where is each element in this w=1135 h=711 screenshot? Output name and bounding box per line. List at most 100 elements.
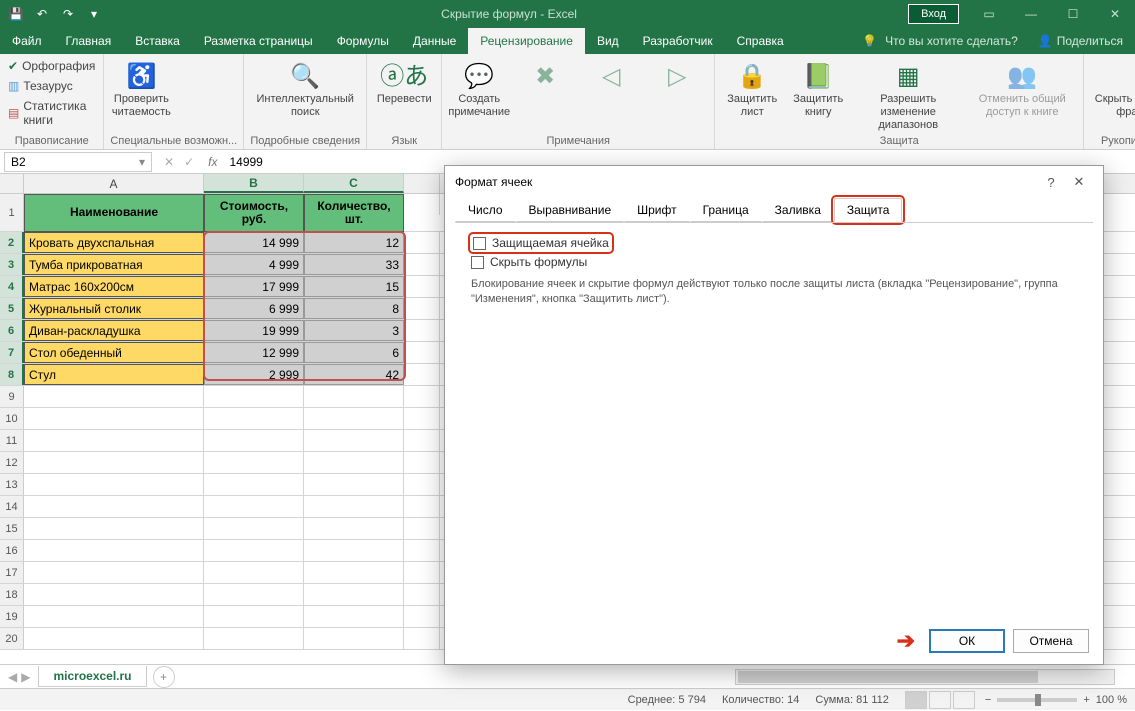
cell[interactable] [204, 408, 304, 429]
cell[interactable] [404, 408, 440, 429]
smart-lookup-button[interactable]: 🔍Интеллектуальный поиск [250, 57, 360, 119]
cell[interactable] [404, 584, 440, 605]
cell[interactable] [404, 430, 440, 451]
redo-icon[interactable]: ↷ [56, 2, 80, 26]
zoom-level[interactable]: 100 % [1096, 694, 1127, 706]
tab-view[interactable]: Вид [585, 28, 631, 54]
cell[interactable]: Матрас 160х200см [24, 276, 204, 297]
cell[interactable] [204, 562, 304, 583]
row-header[interactable]: 10 [0, 408, 24, 429]
horizontal-scrollbar[interactable] [175, 669, 1135, 685]
ribbon-display-icon[interactable]: ▭ [969, 0, 1009, 28]
cell[interactable]: Стол обеденный [24, 342, 204, 363]
cell[interactable] [404, 606, 440, 627]
cell[interactable]: 42 [304, 364, 404, 385]
sheet-prev-icon[interactable]: ◀ [8, 670, 17, 684]
share-button[interactable]: 👤 Поделиться [1038, 34, 1123, 48]
cell[interactable] [304, 606, 404, 627]
cancel-button[interactable]: Отмена [1013, 629, 1089, 653]
cell[interactable]: 12 999 [204, 342, 304, 363]
cell[interactable] [404, 562, 440, 583]
cell[interactable] [304, 584, 404, 605]
save-icon[interactable]: 💾 [4, 2, 28, 26]
protect-workbook-button[interactable]: 📗Защитить книгу [787, 57, 849, 119]
cell[interactable] [204, 584, 304, 605]
row-header[interactable]: 5 [0, 298, 24, 319]
check-accessibility-button[interactable]: ♿Проверить читаемость [110, 57, 172, 119]
row-header[interactable]: 13 [0, 474, 24, 495]
hide-ink-button[interactable]: ✎Скрыть рукописные фрагменты [1090, 57, 1135, 119]
cell[interactable] [404, 496, 440, 517]
row-header[interactable]: 16 [0, 540, 24, 561]
cell[interactable] [24, 474, 204, 495]
chevron-down-icon[interactable]: ▾ [139, 155, 145, 169]
ok-button[interactable]: ОК [929, 629, 1005, 653]
cell[interactable]: 6 999 [204, 298, 304, 319]
col-header-c[interactable]: C [304, 174, 404, 193]
cell[interactable]: 14 999 [204, 232, 304, 253]
zoom-slider[interactable] [997, 698, 1077, 702]
fx-icon[interactable]: fx [202, 155, 223, 169]
row-header[interactable]: 20 [0, 628, 24, 649]
cell[interactable] [404, 298, 440, 319]
cell[interactable]: 15 [304, 276, 404, 297]
zoom-thumb[interactable] [1035, 694, 1041, 706]
cell[interactable] [24, 628, 204, 649]
workbook-stats-button[interactable]: ▤Статистика книги [6, 97, 97, 129]
cell[interactable]: Журнальный столик [24, 298, 204, 319]
name-box[interactable]: B2 ▾ [4, 152, 152, 172]
row-header[interactable]: 3 [0, 254, 24, 275]
checkbox-hidden[interactable] [471, 256, 484, 269]
cell[interactable]: 4 999 [204, 254, 304, 275]
col-header-a[interactable]: A [24, 174, 204, 193]
tab-home[interactable]: Главная [54, 28, 124, 54]
sheet-tab[interactable]: microexcel.ru [38, 666, 146, 687]
view-pagelayout-button[interactable] [929, 691, 951, 709]
tab-developer[interactable]: Разработчик [631, 28, 725, 54]
cell[interactable] [204, 430, 304, 451]
close-icon[interactable]: ✕ [1095, 0, 1135, 28]
cell-a1[interactable]: Наименование [24, 194, 204, 232]
cell[interactable] [404, 386, 440, 407]
sheet-next-icon[interactable]: ▶ [21, 670, 30, 684]
tab-protection[interactable]: Защита [834, 198, 903, 222]
cell[interactable] [304, 518, 404, 539]
cell[interactable] [204, 474, 304, 495]
cell-b1[interactable]: Стоимость, руб. [204, 194, 304, 232]
view-pagebreak-button[interactable] [953, 691, 975, 709]
scrollbar-thumb[interactable] [738, 671, 1038, 683]
tab-font[interactable]: Шрифт [624, 198, 689, 222]
login-button[interactable]: Вход [908, 4, 959, 24]
cell[interactable] [404, 518, 440, 539]
cell-d1[interactable] [404, 194, 440, 215]
cell[interactable] [204, 628, 304, 649]
cell[interactable] [204, 518, 304, 539]
checkbox-locked[interactable] [473, 237, 486, 250]
cell[interactable] [304, 540, 404, 561]
row-header[interactable]: 4 [0, 276, 24, 297]
cell[interactable] [404, 254, 440, 275]
tab-formulas[interactable]: Формулы [325, 28, 401, 54]
tab-help[interactable]: Справка [725, 28, 796, 54]
cell[interactable] [404, 540, 440, 561]
tab-file[interactable]: Файл [0, 28, 54, 54]
cell[interactable]: Стул [24, 364, 204, 385]
row-header[interactable]: 15 [0, 518, 24, 539]
cell[interactable]: 33 [304, 254, 404, 275]
row-header[interactable]: 11 [0, 430, 24, 451]
cell[interactable] [24, 408, 204, 429]
cell[interactable] [204, 386, 304, 407]
help-icon[interactable]: ? [1037, 175, 1065, 190]
row-header[interactable]: 6 [0, 320, 24, 341]
undo-icon[interactable]: ↶ [30, 2, 54, 26]
cell[interactable]: 2 999 [204, 364, 304, 385]
row-header[interactable]: 2 [0, 232, 24, 253]
cell[interactable] [404, 276, 440, 297]
col-header-d[interactable] [404, 174, 440, 193]
row-header[interactable]: 7 [0, 342, 24, 363]
cell[interactable] [24, 606, 204, 627]
row-header[interactable]: 12 [0, 452, 24, 473]
close-icon[interactable]: ✕ [1065, 174, 1093, 190]
cell[interactable]: 3 [304, 320, 404, 341]
tab-border[interactable]: Граница [690, 198, 762, 222]
